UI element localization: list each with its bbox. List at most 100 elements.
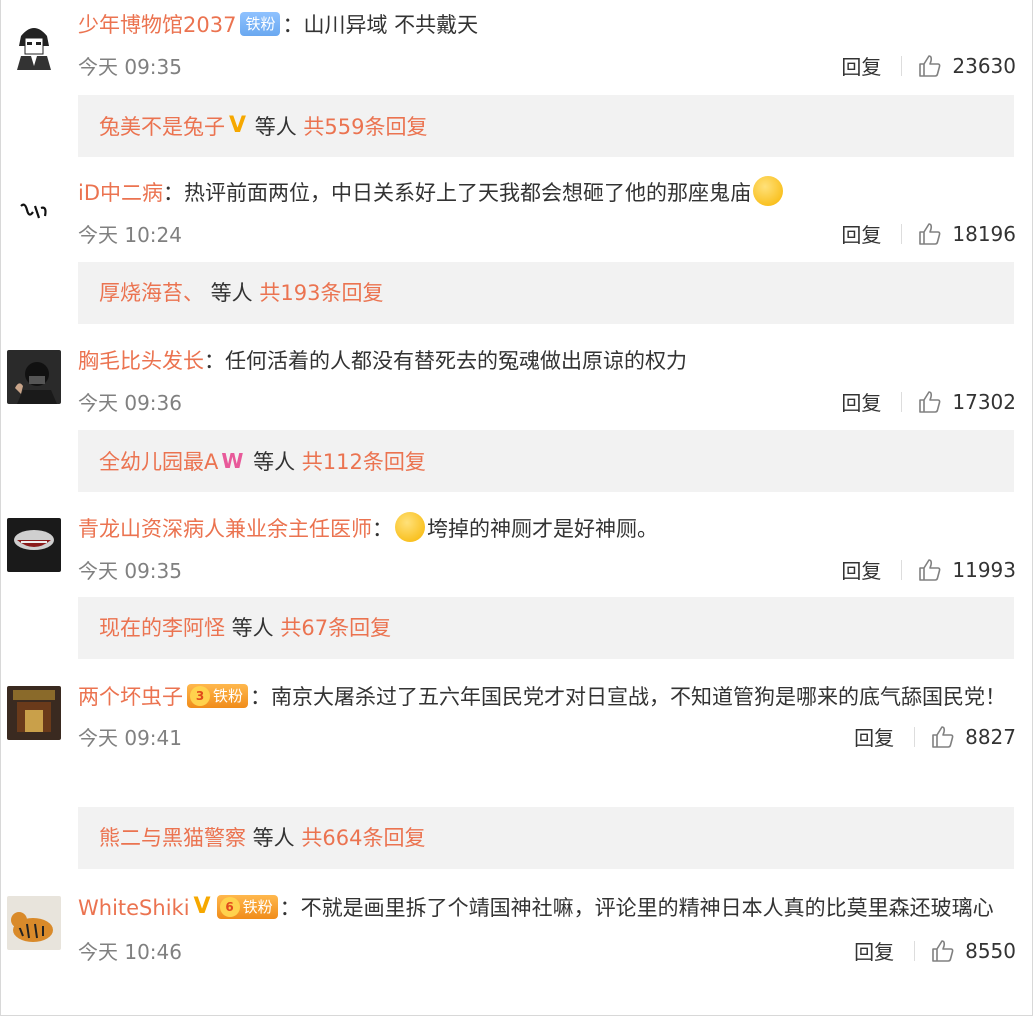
thumbs-up-icon: [932, 939, 954, 962]
comment-list: 少年博物馆2037 铁粉 ：山川异域 不共戴天 今天 09:35 回复 23630 …: [0, 0, 1033, 1016]
thumbs-up-icon: [919, 558, 941, 581]
reply-count-link[interactable]: 共112条回复: [302, 450, 426, 474]
comment-content: ：不就是画里拆了个靖国神社嘛，评论里的精神日本人真的比莫里森还玻璃心: [279, 896, 994, 920]
comment-content: ：热评前面两位，中日关系好上了天我都会想砸了他的那座鬼庙: [163, 181, 752, 205]
emoji-icon: [753, 176, 784, 206]
like-count: 23630: [952, 53, 1016, 78]
fan-badge-label: 铁粉: [213, 687, 244, 705]
like-button[interactable]: 8550: [931, 939, 1016, 963]
comment-text: 胸毛比头发长：任何活着的人都没有替死去的冤魂做出原谅的权力: [78, 340, 1016, 383]
reply-user-link[interactable]: 兔美不是兔子: [99, 115, 225, 139]
like-count: 11993: [952, 557, 1016, 582]
reply-count-link[interactable]: 共664条回复: [301, 826, 425, 850]
comment-text: iD中二病：热评前面两位，中日关系好上了天我都会想砸了他的那座鬼庙: [78, 172, 1016, 215]
thumbs-up-icon: [919, 390, 941, 413]
verified-v-icon: V: [193, 894, 211, 919]
verified-v-icon: V: [229, 113, 247, 138]
thumbs-up-icon: [932, 725, 954, 748]
avatar[interactable]: [7, 896, 61, 950]
username-link[interactable]: WhiteShiki: [78, 896, 190, 920]
reply-summary-text: 等人: [225, 616, 281, 640]
like-button[interactable]: 23630: [918, 54, 1016, 78]
timestamp: 今天 09:41: [78, 726, 182, 750]
reply-summary-text: 等人: [246, 450, 302, 474]
thumbs-up-icon: [919, 54, 941, 77]
like-button[interactable]: 18196: [918, 222, 1016, 246]
timestamp: 今天 09:36: [78, 391, 182, 415]
comment-meta: 今天 09:41 回复 8827: [78, 718, 1016, 754]
username-link[interactable]: 两个坏虫子: [78, 685, 183, 709]
comment-meta: 今天 10:24 回复 18196: [78, 215, 1016, 251]
username-link[interactable]: 少年博物馆2037: [78, 13, 236, 37]
comment-content: 垮掉的神厕才是好神厕。: [427, 517, 658, 541]
timestamp: 今天 09:35: [78, 559, 182, 583]
reply-summary[interactable]: 全幼儿园最A W 等人 共112条回复: [78, 430, 1014, 492]
reply-user-link[interactable]: 全幼儿园最A: [99, 450, 218, 474]
reply-summary[interactable]: 兔美不是兔子 V 等人 共559条回复: [78, 95, 1014, 157]
reply-count-link[interactable]: 共559条回复: [303, 115, 427, 139]
thumbs-up-icon: [919, 222, 941, 245]
reply-summary[interactable]: 厚烧海苔、 等人 共193条回复: [78, 262, 1014, 324]
reply-button[interactable]: 回复: [854, 936, 894, 965]
like-button[interactable]: 17302: [918, 390, 1016, 414]
comment-meta: 今天 09:35 回复 11993: [78, 551, 1016, 587]
comment-content: ：山川异域 不共戴天: [282, 13, 479, 37]
like-count: 8827: [965, 724, 1016, 749]
comment-meta: 今天 10:46 回复 8550: [78, 932, 1016, 968]
reply-button[interactable]: 回复: [841, 387, 881, 416]
divider: [914, 940, 916, 961]
fan-level-badge: 3 铁粉: [187, 684, 249, 708]
like-button[interactable]: 8827: [931, 725, 1016, 749]
reply-button[interactable]: 回复: [841, 51, 881, 80]
comment-meta: 今天 09:36 回复 17302: [78, 383, 1016, 419]
like-count: 17302: [952, 389, 1016, 414]
timestamp: 今天 10:46: [78, 940, 182, 964]
comment-text: 两个坏虫子 3 铁粉 ：南京大屠杀过了五六年国民党才对日宣战，不知道管狗是哪来的底气舔…: [78, 676, 1016, 718]
username-link[interactable]: 胸毛比头发长: [78, 349, 204, 373]
timestamp: 今天 09:35: [78, 55, 182, 79]
reply-summary-text: 等人: [248, 115, 304, 139]
emoji-icon: [395, 512, 425, 542]
comment-meta: 今天 09:35 回复 23630: [78, 47, 1016, 83]
reply-button[interactable]: 回复: [854, 722, 894, 751]
comment-content: ：南京大屠杀过了五六年国民党才对日宣战，不知道管狗是哪来的底气舔国民党！: [250, 685, 1007, 709]
username-link[interactable]: 青龙山资深病人兼业余主任医师: [78, 517, 372, 541]
comment-content: ：任何活着的人都没有替死去的冤魂做出原谅的权力: [204, 349, 687, 373]
reply-summary-text: 等人: [246, 826, 302, 850]
reply-user-link[interactable]: 厚烧海苔、: [99, 281, 204, 305]
comment-text: 青龙山资深病人兼业余主任医师： 垮掉的神厕才是好神厕。: [78, 508, 1016, 551]
avatar[interactable]: [7, 518, 61, 572]
crown-icon: 6: [219, 897, 240, 917]
divider: [901, 391, 903, 412]
crown-icon: 3: [190, 686, 210, 706]
like-count: 18196: [952, 221, 1016, 246]
fan-badge: 铁粉: [240, 12, 281, 36]
reply-button[interactable]: 回复: [841, 219, 881, 248]
username-link[interactable]: iD中二病: [78, 181, 163, 205]
reply-count-link[interactable]: 共193条回复: [259, 281, 383, 305]
avatar[interactable]: [7, 350, 61, 404]
reply-user-link[interactable]: 现在的李阿怪: [99, 616, 225, 640]
member-w-icon: W: [221, 449, 244, 473]
avatar[interactable]: [7, 16, 61, 70]
avatar[interactable]: [7, 184, 61, 238]
divider: [901, 55, 903, 76]
reply-count-link[interactable]: 共67条回复: [280, 616, 391, 640]
comment-text: 少年博物馆2037 铁粉 ：山川异域 不共戴天: [78, 4, 1016, 47]
timestamp: 今天 10:24: [78, 223, 182, 247]
reply-summary[interactable]: 现在的李阿怪 等人 共67条回复: [78, 597, 1014, 659]
reply-summary-text: 等人: [204, 281, 260, 305]
reply-summary[interactable]: 熊二与黑猫警察 等人 共664条回复: [78, 807, 1014, 869]
avatar[interactable]: [7, 686, 61, 740]
divider: [901, 559, 903, 580]
divider: [901, 223, 903, 244]
comment-text: WhiteShiki V 6 铁粉 ：不就是画里拆了个靖国神社嘛，评论里的精神日本人真的…: [78, 886, 1016, 932]
like-count: 8550: [965, 938, 1016, 963]
reply-button[interactable]: 回复: [841, 555, 881, 584]
reply-user-link[interactable]: 熊二与黑猫警察: [99, 826, 246, 850]
comment-separator: ：: [372, 517, 393, 541]
fan-level-badge: 6 铁粉: [216, 895, 278, 919]
fan-badge-label: 铁粉: [242, 898, 273, 916]
like-button[interactable]: 11993: [918, 558, 1016, 582]
divider: [914, 726, 916, 747]
